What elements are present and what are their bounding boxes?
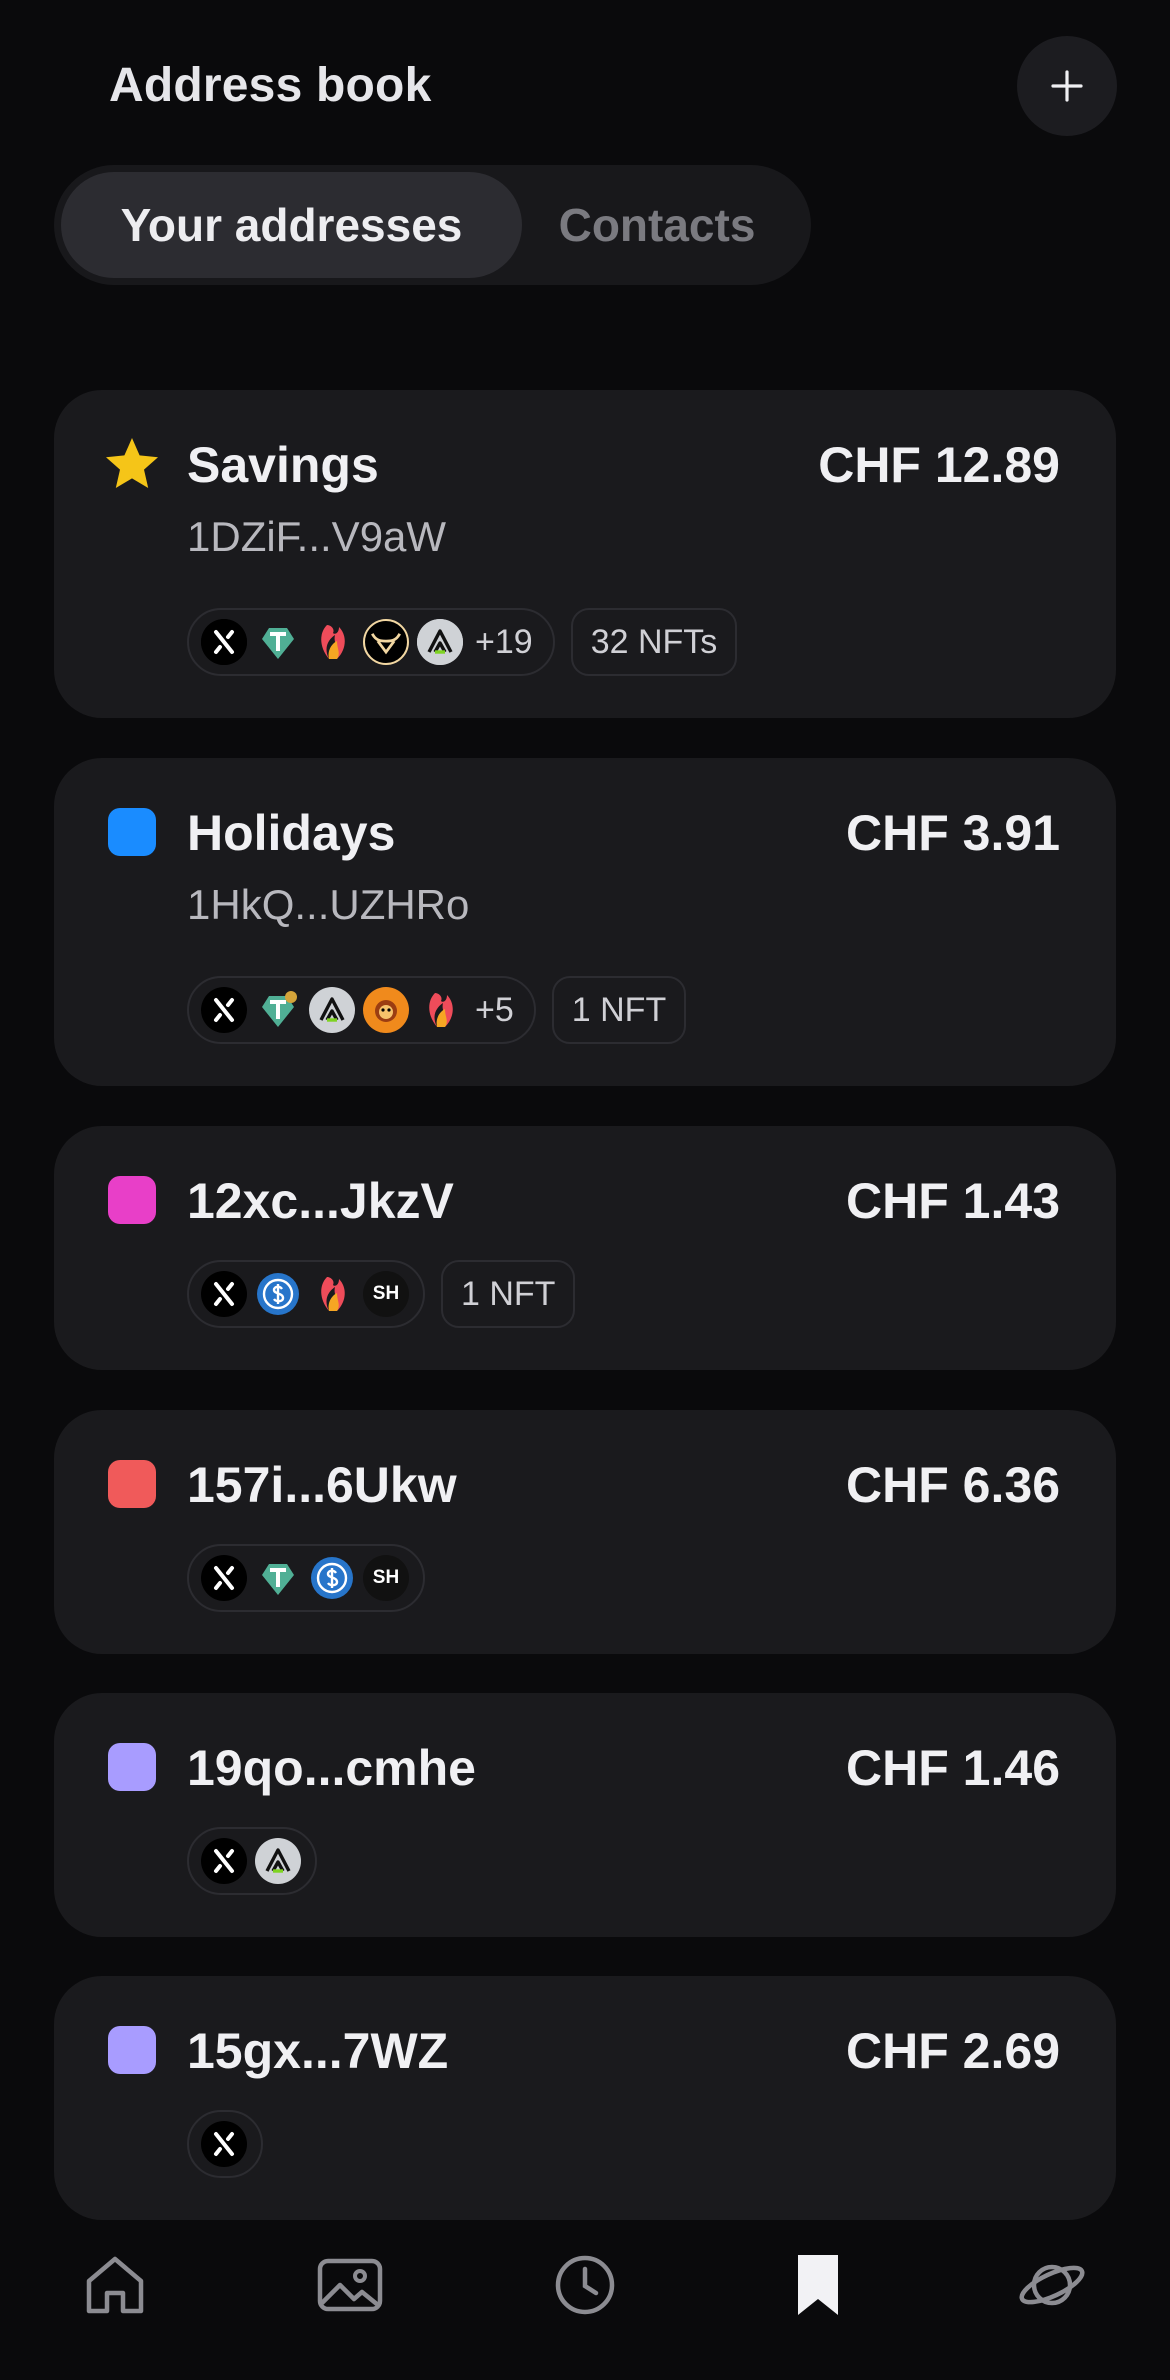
address-card-19qo[interactable]: 19qo...cmhe CHF 1.46 (54, 1693, 1116, 1937)
address-name: 15gx...7WZ (187, 2023, 449, 2079)
tether-gold-icon (255, 619, 301, 665)
address-card-12xc[interactable]: 12xc...JkzV CHF 1.43 SH 1 NFT (54, 1126, 1116, 1370)
gallery-icon (317, 2258, 383, 2312)
tether-gold-icon (255, 1555, 301, 1601)
token-list-chip[interactable]: SH (187, 1260, 425, 1328)
address-name: Holidays (187, 805, 396, 861)
bull-token-icon (363, 619, 409, 665)
address-balance: CHF 6.36 (846, 1457, 1060, 1513)
sh-token-icon: SH (363, 1555, 409, 1601)
sh-token-icon: SH (363, 1271, 409, 1317)
address-name: 157i...6Ukw (187, 1457, 457, 1513)
address-book-screen: { "header": { "title": "Address book" },… (0, 0, 1170, 2380)
address-tabs: Your addresses Contacts (54, 165, 811, 285)
nav-history[interactable] (545, 2245, 625, 2325)
color-marker (108, 2026, 156, 2074)
more-tokens-count: +19 (475, 622, 533, 661)
tab-your-addresses[interactable]: Your addresses (61, 172, 522, 278)
address-balance: CHF 12.89 (818, 437, 1060, 493)
nav-explore[interactable] (1012, 2245, 1092, 2325)
planet-icon (1019, 2264, 1085, 2306)
x-token-icon (201, 987, 247, 1033)
address-hash: 1HkQ...UZHRo (187, 881, 470, 928)
tab-contacts[interactable]: Contacts (522, 172, 792, 278)
address-card-savings[interactable]: Savings CHF 12.89 1DZiF...V9aW +19 32 NF… (54, 390, 1116, 718)
address-card-157i[interactable]: 157i...6Ukw CHF 6.36 SH (54, 1410, 1116, 1654)
home-icon (86, 2256, 144, 2314)
arrow-token-icon (417, 619, 463, 665)
address-balance: CHF 3.91 (846, 805, 1060, 861)
address-card-holidays[interactable]: Holidays CHF 3.91 1HkQ...UZHRo +5 1 NFT (54, 758, 1116, 1086)
clock-icon (555, 2255, 615, 2315)
phoenix-token-icon (309, 1271, 355, 1317)
address-name: 12xc...JkzV (187, 1173, 454, 1229)
add-address-button[interactable] (1017, 36, 1117, 136)
address-hash: 1DZiF...V9aW (187, 513, 447, 560)
x-token-icon (201, 619, 247, 665)
phoenix-token-icon (417, 987, 463, 1033)
address-balance: CHF 1.46 (846, 1740, 1060, 1796)
bottom-navigation (0, 2225, 1170, 2380)
token-list-chip[interactable] (187, 1827, 317, 1895)
star-icon (106, 438, 158, 488)
address-balance: CHF 2.69 (846, 2023, 1060, 2079)
x-token-icon (201, 1271, 247, 1317)
color-marker (108, 1743, 156, 1791)
bookmark-icon (798, 2255, 838, 2315)
address-balance: CHF 1.43 (846, 1173, 1060, 1229)
token-list-chip[interactable]: SH (187, 1544, 425, 1612)
more-tokens-count: +5 (475, 990, 514, 1029)
color-marker (108, 1176, 156, 1224)
x-token-icon (201, 2121, 247, 2167)
arrow-token-icon (309, 987, 355, 1033)
usdc-token-icon (309, 1555, 355, 1601)
phoenix-token-icon (309, 619, 355, 665)
nav-gallery[interactable] (310, 2245, 390, 2325)
usdc-token-icon (255, 1271, 301, 1317)
nft-count-chip[interactable]: 1 NFT (441, 1260, 576, 1328)
token-list-chip[interactable]: +5 (187, 976, 536, 1044)
nft-count-chip[interactable]: 32 NFTs (570, 608, 738, 676)
address-card-15gx[interactable]: 15gx...7WZ CHF 2.69 (54, 1976, 1116, 2220)
token-list-chip[interactable] (187, 2110, 263, 2178)
tether-gold-icon (255, 987, 301, 1033)
x-token-icon (201, 1838, 247, 1884)
plus-icon (1051, 70, 1083, 102)
token-list-chip[interactable]: +19 (187, 608, 555, 676)
lion-token-icon (363, 987, 409, 1033)
color-marker (108, 1460, 156, 1508)
address-name: 19qo...cmhe (187, 1740, 476, 1796)
nav-home[interactable] (75, 2245, 155, 2325)
x-token-icon (201, 1555, 247, 1601)
page-title: Address book (109, 59, 432, 112)
nft-count-chip[interactable]: 1 NFT (551, 976, 687, 1044)
arrow-token-icon (255, 1838, 301, 1884)
color-marker (108, 808, 156, 856)
nav-address-book[interactable] (778, 2245, 858, 2325)
address-name: Savings (187, 437, 379, 493)
